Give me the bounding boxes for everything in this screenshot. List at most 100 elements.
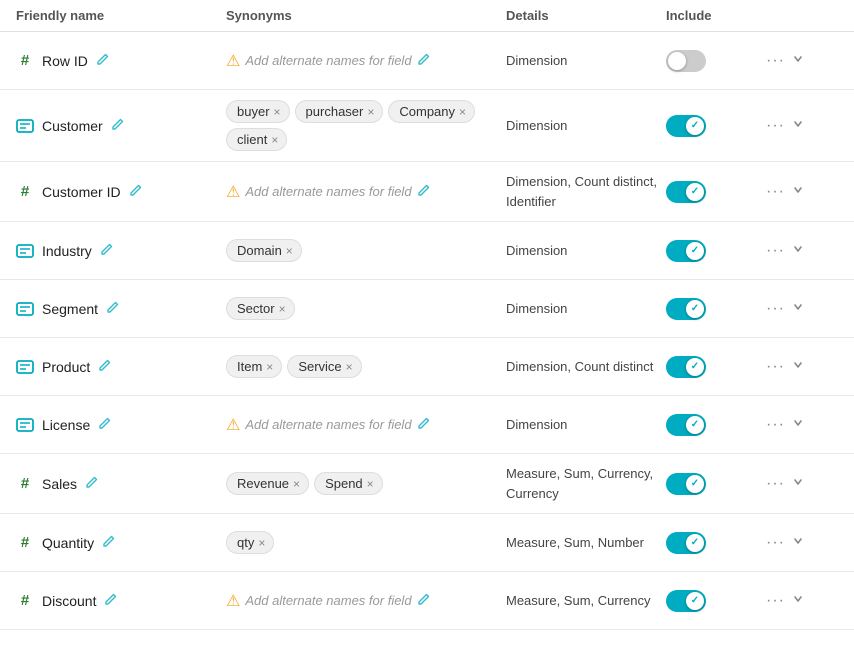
warning-icon: ⚠	[226, 415, 240, 435]
remove-synonym-button[interactable]: ×	[367, 478, 374, 490]
row-actions: ···	[766, 183, 826, 201]
synonym-tag: buyer×	[226, 100, 290, 123]
table-header: Friendly name Synonyms Details Include	[0, 0, 854, 32]
edit-synonym-button[interactable]	[417, 53, 430, 69]
expand-row-button[interactable]	[791, 300, 805, 317]
more-options-button[interactable]: ···	[766, 592, 785, 610]
field-name-label: License	[42, 417, 90, 433]
edit-field-name-button[interactable]	[106, 301, 119, 317]
remove-synonym-button[interactable]: ×	[279, 303, 286, 315]
edit-synonym-button[interactable]	[417, 593, 430, 609]
toggle-track[interactable]: ✓	[666, 115, 706, 137]
synonyms-cell: Revenue×Spend×	[226, 472, 506, 495]
expand-row-button[interactable]	[791, 592, 805, 609]
more-options-button[interactable]: ···	[766, 183, 785, 201]
field-name-cell: #Discount	[16, 592, 226, 610]
more-options-button[interactable]: ···	[766, 117, 785, 135]
expand-row-button[interactable]	[791, 183, 805, 200]
more-options-button[interactable]: ···	[766, 534, 785, 552]
warning-icon: ⚠	[226, 182, 240, 202]
row-actions: ···	[766, 300, 826, 318]
field-name-cell: #Sales	[16, 475, 226, 493]
include-cell: ✓	[666, 590, 766, 612]
field-name-label: Segment	[42, 301, 98, 317]
expand-row-button[interactable]	[791, 242, 805, 259]
table-row: #Discount ⚠Add alternate names for field…	[0, 572, 854, 630]
edit-field-name-button[interactable]	[96, 53, 109, 69]
hash-icon: #	[16, 475, 34, 493]
expand-row-button[interactable]	[791, 534, 805, 551]
expand-row-button[interactable]	[791, 475, 805, 492]
header-details: Details	[506, 8, 666, 23]
hash-icon: #	[16, 52, 34, 70]
field-name-cell: #Customer ID	[16, 183, 226, 201]
table-row: Product Item×Service×Dimension, Count di…	[0, 338, 854, 396]
details-cell: Dimension	[506, 415, 666, 435]
edit-synonym-button[interactable]	[417, 184, 430, 200]
toggle-track[interactable]: ✓	[666, 590, 706, 612]
text-icon	[16, 416, 34, 434]
synonym-tag-label: Revenue	[237, 476, 289, 491]
more-options-button[interactable]: ···	[766, 52, 785, 70]
add-synonym-placeholder[interactable]: Add alternate names for field	[245, 184, 411, 199]
edit-field-name-button[interactable]	[102, 535, 115, 551]
toggle-track[interactable]: ✓	[666, 298, 706, 320]
edit-field-name-button[interactable]	[98, 359, 111, 375]
text-icon	[16, 358, 34, 376]
table-body: #Row ID ⚠Add alternate names for field D…	[0, 32, 854, 630]
edit-field-name-button[interactable]	[85, 476, 98, 492]
edit-field-name-button[interactable]	[104, 593, 117, 609]
toggle-track[interactable]: ✓	[666, 473, 706, 495]
remove-synonym-button[interactable]: ×	[459, 106, 466, 118]
synonym-tag-label: Item	[237, 359, 262, 374]
toggle-track[interactable]: ✓	[666, 532, 706, 554]
toggle-check-icon: ✓	[691, 361, 699, 372]
synonym-tag: Sector×	[226, 297, 295, 320]
remove-synonym-button[interactable]: ×	[271, 134, 278, 146]
expand-row-button[interactable]	[791, 117, 805, 134]
expand-row-button[interactable]	[791, 416, 805, 433]
add-synonym-placeholder[interactable]: Add alternate names for field	[245, 53, 411, 68]
toggle-thumb: ✓	[686, 242, 704, 260]
toggle-track[interactable]: ✓	[666, 240, 706, 262]
edit-field-name-button[interactable]	[129, 184, 142, 200]
expand-row-button[interactable]	[791, 358, 805, 375]
table-row: #Row ID ⚠Add alternate names for field D…	[0, 32, 854, 90]
field-name-cell: Segment	[16, 300, 226, 318]
field-name-cell: #Quantity	[16, 534, 226, 552]
edit-field-name-button[interactable]	[100, 243, 113, 259]
remove-synonym-button[interactable]: ×	[258, 537, 265, 549]
table-row: Industry Domain×Dimension✓···	[0, 222, 854, 280]
remove-synonym-button[interactable]: ×	[346, 361, 353, 373]
more-options-button[interactable]: ···	[766, 300, 785, 318]
field-name-cell: License	[16, 416, 226, 434]
edit-synonym-button[interactable]	[417, 417, 430, 433]
more-options-button[interactable]: ···	[766, 475, 785, 493]
edit-field-name-button[interactable]	[98, 417, 111, 433]
toggle-track[interactable]: ✓	[666, 356, 706, 378]
remove-synonym-button[interactable]: ×	[286, 245, 293, 257]
toggle-track[interactable]	[666, 50, 706, 72]
remove-synonym-button[interactable]: ×	[274, 106, 281, 118]
toggle-track[interactable]: ✓	[666, 414, 706, 436]
synonym-tag: Domain×	[226, 239, 302, 262]
toggle-check-icon: ✓	[691, 595, 699, 606]
field-name-label: Discount	[42, 593, 96, 609]
add-synonym-placeholder[interactable]: Add alternate names for field	[245, 593, 411, 608]
edit-field-name-button[interactable]	[111, 118, 124, 134]
include-cell: ✓	[666, 532, 766, 554]
add-synonym-placeholder[interactable]: Add alternate names for field	[245, 417, 411, 432]
more-options-button[interactable]: ···	[766, 358, 785, 376]
remove-synonym-button[interactable]: ×	[367, 106, 374, 118]
include-cell: ✓	[666, 115, 766, 137]
more-options-button[interactable]: ···	[766, 242, 785, 260]
toggle-thumb: ✓	[686, 416, 704, 434]
toggle-track[interactable]: ✓	[666, 181, 706, 203]
remove-synonym-button[interactable]: ×	[266, 361, 273, 373]
remove-synonym-button[interactable]: ×	[293, 478, 300, 490]
more-options-button[interactable]: ···	[766, 416, 785, 434]
synonym-tag: Item ×	[226, 355, 282, 378]
text-icon	[16, 117, 34, 135]
toggle-check-icon: ✓	[691, 478, 699, 489]
expand-row-button[interactable]	[791, 52, 805, 69]
